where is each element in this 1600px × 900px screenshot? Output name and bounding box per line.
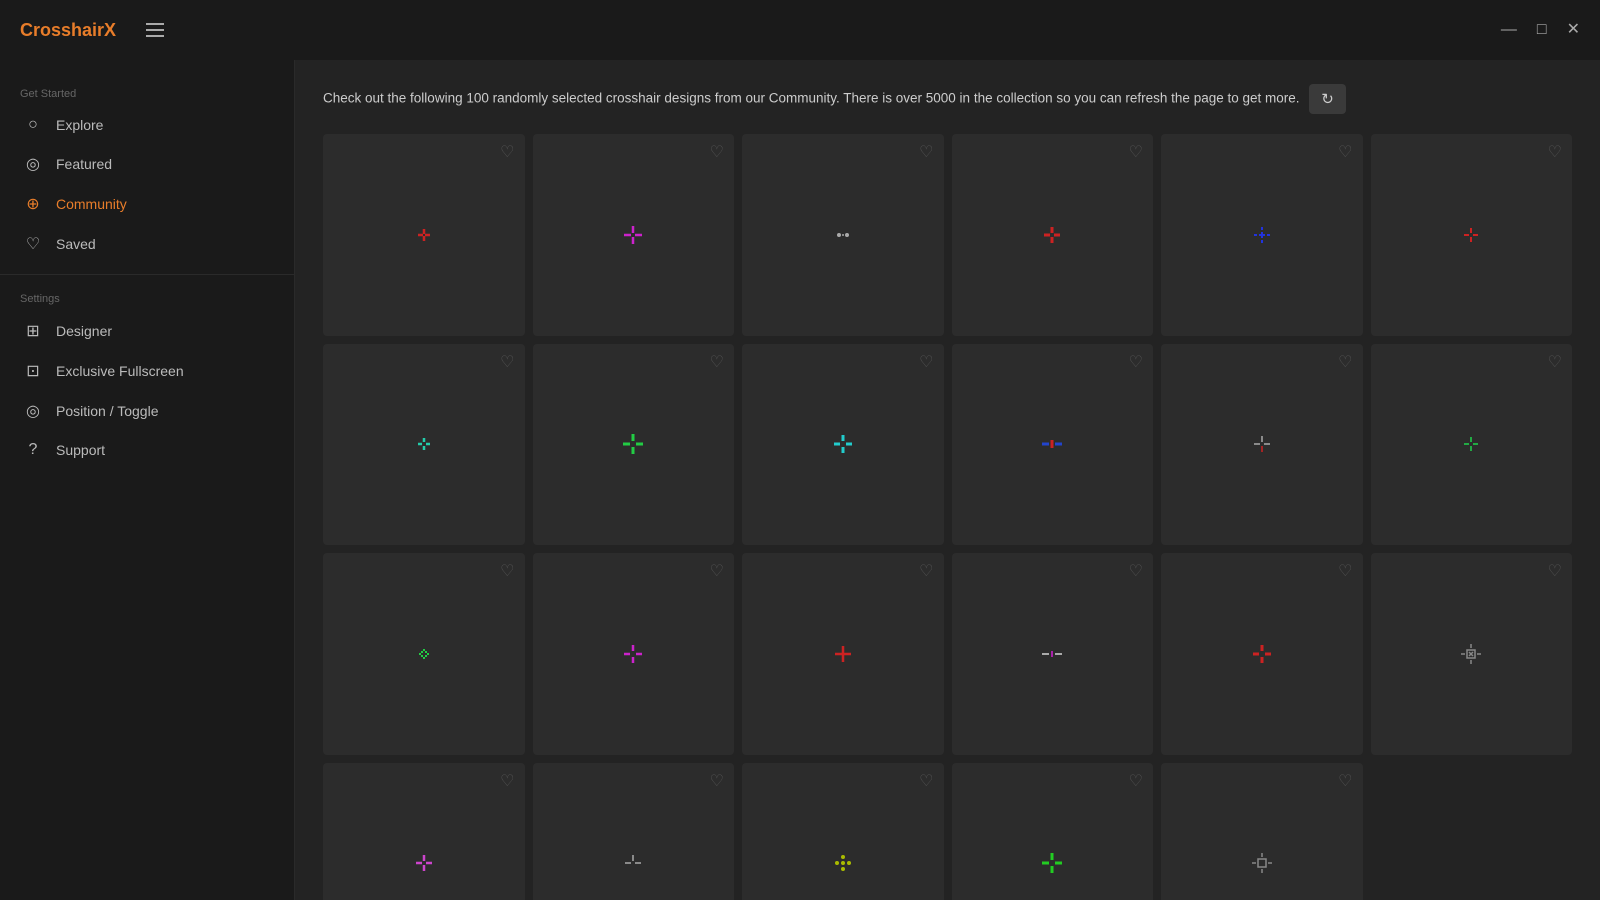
titlebar: CrosshairX — □ ✕ <box>0 0 1600 60</box>
app-title-text: Crosshair <box>20 20 104 40</box>
crosshair-card[interactable]: ♡ <box>1161 763 1363 900</box>
like-button[interactable]: ♡ <box>1338 352 1352 372</box>
app-title: CrosshairX <box>20 20 116 41</box>
crosshair-card[interactable]: ♡ <box>323 553 525 755</box>
designer-icon: ⊞ <box>24 321 42 341</box>
crosshair-card[interactable]: ♡ <box>1371 344 1573 546</box>
like-button[interactable]: ♡ <box>710 142 724 162</box>
community-icon: ⊕ <box>24 194 42 214</box>
crosshair-card[interactable]: ♡ <box>1371 553 1573 755</box>
crosshair-card[interactable]: ♡ <box>1371 134 1573 336</box>
sidebar-label-community: Community <box>56 196 127 212</box>
sidebar-label-explore: Explore <box>56 117 103 133</box>
sidebar-item-support[interactable]: ? Support <box>0 431 294 469</box>
like-button[interactable]: ♡ <box>1129 771 1143 791</box>
crosshair-card[interactable]: ♡ <box>952 763 1154 900</box>
crosshair-card[interactable]: ♡ <box>1161 553 1363 755</box>
crosshair-card[interactable]: ♡ <box>952 344 1154 546</box>
like-button[interactable]: ♡ <box>919 142 933 162</box>
close-button[interactable]: ✕ <box>1567 22 1580 38</box>
sidebar-item-position-toggle[interactable]: ◎ Position / Toggle <box>0 391 294 431</box>
sidebar-item-saved[interactable]: ♡ Saved <box>0 224 294 264</box>
sidebar-label-designer: Designer <box>56 323 112 339</box>
sidebar-item-community[interactable]: ⊕ Community <box>0 184 294 224</box>
like-button[interactable]: ♡ <box>500 352 514 372</box>
crosshair-card[interactable]: ♡ <box>952 134 1154 336</box>
crosshair-card[interactable]: ♡ <box>323 344 525 546</box>
crosshair-card[interactable]: ♡ <box>533 344 735 546</box>
minimize-button[interactable]: — <box>1501 22 1517 38</box>
crosshair-card[interactable]: ♡ <box>1161 344 1363 546</box>
like-button[interactable]: ♡ <box>710 561 724 581</box>
like-button[interactable]: ♡ <box>1129 142 1143 162</box>
like-button[interactable]: ♡ <box>1338 771 1352 791</box>
crosshair-card[interactable]: ♡ <box>1161 134 1363 336</box>
section-label-get-started: Get Started <box>0 80 294 106</box>
sidebar-item-exclusive-fullscreen[interactable]: ⊡ Exclusive Fullscreen <box>0 351 294 391</box>
like-button[interactable]: ♡ <box>919 352 933 372</box>
sidebar-divider <box>0 274 294 275</box>
crosshair-card[interactable]: ♡ <box>323 134 525 336</box>
like-button[interactable]: ♡ <box>919 561 933 581</box>
crosshair-grid: ♡ ♡ ♡ ♡ ♡ <box>323 134 1572 900</box>
sidebar-item-designer[interactable]: ⊞ Designer <box>0 311 294 351</box>
sidebar-label-support: Support <box>56 442 105 458</box>
sidebar-item-featured[interactable]: ◎ Featured <box>0 144 294 184</box>
section-label-settings: Settings <box>0 285 294 311</box>
main-layout: Get Started ○ Explore ◎ Featured ⊕ Commu… <box>0 60 1600 900</box>
explore-icon: ○ <box>24 116 42 134</box>
like-button[interactable]: ♡ <box>1338 142 1352 162</box>
fullscreen-icon: ⊡ <box>24 361 42 381</box>
like-button[interactable]: ♡ <box>1548 352 1562 372</box>
sidebar-item-explore[interactable]: ○ Explore <box>0 106 294 144</box>
crosshair-card[interactable]: ♡ <box>742 344 944 546</box>
crosshair-card[interactable]: ♡ <box>742 553 944 755</box>
main-content: Check out the following 100 randomly sel… <box>295 60 1600 900</box>
like-button[interactable]: ♡ <box>1129 352 1143 372</box>
sidebar-label-featured: Featured <box>56 156 112 172</box>
like-button[interactable]: ♡ <box>500 771 514 791</box>
crosshair-card[interactable]: ♡ <box>533 763 735 900</box>
like-button[interactable]: ♡ <box>919 771 933 791</box>
like-button[interactable]: ♡ <box>1338 561 1352 581</box>
sidebar-label-exclusive-fullscreen: Exclusive Fullscreen <box>56 363 184 379</box>
like-button[interactable]: ♡ <box>500 561 514 581</box>
intro-text: Check out the following 100 randomly sel… <box>323 84 1403 114</box>
position-icon: ◎ <box>24 401 42 421</box>
hamburger-menu[interactable] <box>146 23 164 37</box>
sidebar: Get Started ○ Explore ◎ Featured ⊕ Commu… <box>0 60 295 900</box>
crosshair-card[interactable]: ♡ <box>533 553 735 755</box>
support-icon: ? <box>24 441 42 459</box>
like-button[interactable]: ♡ <box>1548 142 1562 162</box>
app-title-accent: X <box>104 20 116 40</box>
crosshair-card[interactable]: ♡ <box>742 763 944 900</box>
saved-icon: ♡ <box>24 234 42 254</box>
like-button[interactable]: ♡ <box>710 771 724 791</box>
refresh-button[interactable]: ↻ <box>1309 84 1346 114</box>
like-button[interactable]: ♡ <box>1129 561 1143 581</box>
sidebar-label-saved: Saved <box>56 236 96 252</box>
crosshair-card[interactable]: ♡ <box>952 553 1154 755</box>
like-button[interactable]: ♡ <box>710 352 724 372</box>
window-controls: — □ ✕ <box>1501 22 1580 38</box>
like-button[interactable]: ♡ <box>500 142 514 162</box>
featured-icon: ◎ <box>24 154 42 174</box>
crosshair-card[interactable]: ♡ <box>533 134 735 336</box>
crosshair-card[interactable]: ♡ <box>323 763 525 900</box>
maximize-button[interactable]: □ <box>1537 22 1547 38</box>
like-button[interactable]: ♡ <box>1548 561 1562 581</box>
crosshair-card[interactable]: ♡ <box>742 134 944 336</box>
sidebar-label-position-toggle: Position / Toggle <box>56 403 158 419</box>
